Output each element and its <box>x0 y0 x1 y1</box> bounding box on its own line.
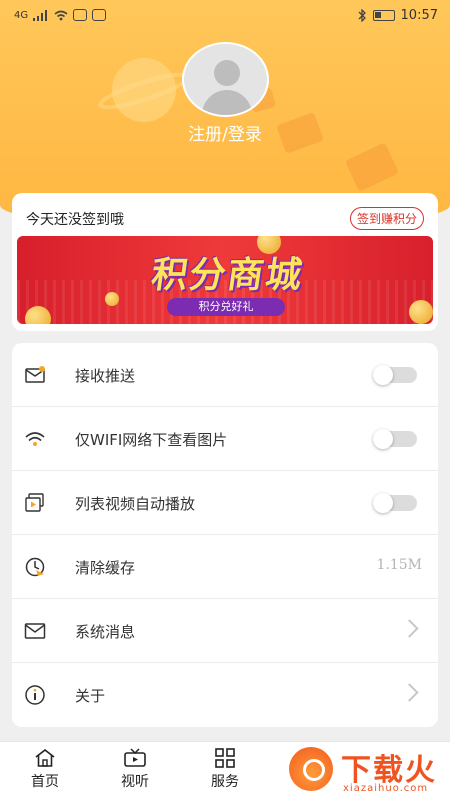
chevron-right-icon <box>400 619 419 638</box>
setting-row-about[interactable]: 关于 <box>12 663 438 727</box>
cache-size-value: 1.15M <box>376 557 422 573</box>
app-notification-icon <box>92 9 107 21</box>
tv-icon <box>124 748 146 767</box>
flame-logo-icon <box>289 747 333 791</box>
clear-cache-icon <box>25 557 45 577</box>
wifi-only-images-toggle[interactable] <box>373 429 417 449</box>
avatar[interactable] <box>182 42 269 117</box>
site-watermark: 下载火 xiazaihuo.com <box>263 741 450 800</box>
setting-label: 系统消息 <box>75 623 136 641</box>
avatar-head-shape <box>214 60 240 86</box>
banner-title: 积分商城 <box>148 254 307 296</box>
app-notification-icon <box>73 9 88 21</box>
grid-icon <box>215 748 235 768</box>
planet-decoration <box>112 58 176 122</box>
checkin-card: 今天还没签到哦 签到赚积分 积分商城 积分兑好礼 <box>12 193 438 331</box>
tab-label: 视听 <box>121 774 149 790</box>
setting-row-wifi-images[interactable]: 仅WIFI网络下查看图片 <box>12 407 438 471</box>
setting-row-clear-cache[interactable]: 清除缓存 1.15M <box>12 535 438 599</box>
watermark-domain: xiazaihuo.com <box>343 783 429 794</box>
battery-icon <box>372 9 395 21</box>
card-decoration <box>344 142 400 192</box>
tab-audio-video[interactable]: 视听 <box>100 748 170 791</box>
tab-services[interactable]: 服务 <box>190 748 260 791</box>
wifi-status-icon <box>54 10 68 20</box>
setting-label: 列表视频自动播放 <box>75 495 196 513</box>
info-icon <box>25 685 45 705</box>
signal-icon <box>33 9 48 21</box>
setting-label: 仅WIFI网络下查看图片 <box>75 431 228 449</box>
checkin-status-text: 今天还没签到哦 <box>26 212 124 228</box>
banner-subtitle: 积分兑好礼 <box>167 298 285 316</box>
setting-label: 清除缓存 <box>75 559 136 577</box>
video-play-icon <box>25 493 44 512</box>
status-bar: 4G 10:57 <box>0 0 450 30</box>
network-type: 4G <box>14 9 29 21</box>
tab-label: 服务 <box>211 774 239 790</box>
clock: 10:57 <box>400 7 438 23</box>
points-mall-banner[interactable]: 积分商城 积分兑好礼 <box>17 236 433 324</box>
setting-row-push[interactable]: 接收推送 <box>12 343 438 407</box>
tab-home[interactable]: 首页 <box>10 748 80 791</box>
chevron-right-icon <box>400 683 419 702</box>
home-icon <box>35 748 55 767</box>
autoplay-toggle[interactable] <box>373 493 417 513</box>
settings-list: 接收推送 仅WIFI网络下查看图片 列表视频自动播放 清除缓存 1.15M 系统… <box>12 343 438 727</box>
wifi-icon <box>25 432 45 446</box>
setting-row-autoplay[interactable]: 列表视频自动播放 <box>12 471 438 535</box>
push-toggle[interactable] <box>373 365 417 385</box>
avatar-body-shape <box>202 90 252 115</box>
bluetooth-icon <box>358 8 366 22</box>
mail-icon <box>24 623 46 639</box>
setting-label: 关于 <box>75 687 106 705</box>
setting-row-system-messages[interactable]: 系统消息 <box>12 599 438 663</box>
tab-label: 首页 <box>31 774 59 790</box>
setting-label: 接收推送 <box>75 367 136 385</box>
coin-decoration <box>409 300 433 324</box>
register-login-link[interactable]: 注册/登录 <box>0 120 450 145</box>
message-icon <box>25 366 45 383</box>
checkin-earn-points-button[interactable]: 签到赚积分 <box>349 207 424 230</box>
